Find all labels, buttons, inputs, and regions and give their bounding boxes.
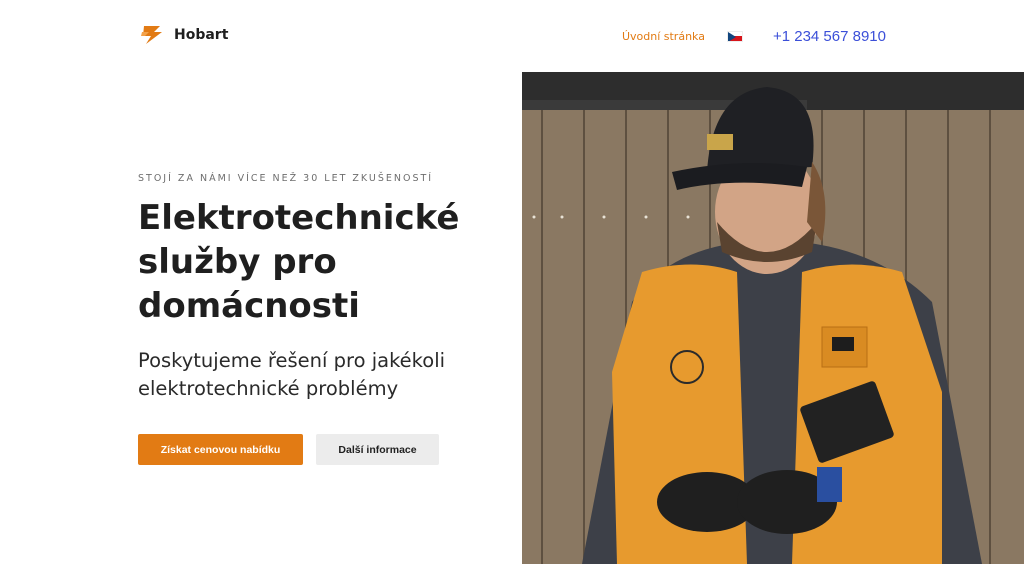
czech-flag-icon[interactable]: [726, 30, 743, 42]
main-nav: Úvodní stránka +1 234 567 8910: [622, 0, 886, 72]
site-header: Hobart Úvodní stránka +1 234 567 8910: [0, 0, 1024, 72]
brand-name: Hobart: [174, 27, 229, 43]
hero-subtitle: Poskytujeme řešení pro jakékoli elektrot…: [138, 349, 446, 400]
hero-title: Elektrotechnické služby pro domácnosti: [138, 198, 460, 326]
electrician-in-orange-vest-photo: [522, 72, 1024, 564]
hero-eyebrow: STOJÍ ZA NÁMI VÍCE NEŽ 30 LET ZKUŠENOSTÍ: [138, 173, 434, 184]
nav-home-link[interactable]: Úvodní stránka: [622, 30, 705, 43]
hero-photo-illustration: [522, 72, 1024, 564]
phone-link[interactable]: +1 234 567 8910: [773, 28, 886, 45]
more-info-button[interactable]: Další informace: [316, 434, 439, 465]
lightning-bolt-logo-icon: [141, 26, 162, 44]
get-quote-button[interactable]: Získat cenovou nabídku: [138, 434, 303, 465]
brand-logo[interactable]: Hobart: [140, 24, 228, 46]
